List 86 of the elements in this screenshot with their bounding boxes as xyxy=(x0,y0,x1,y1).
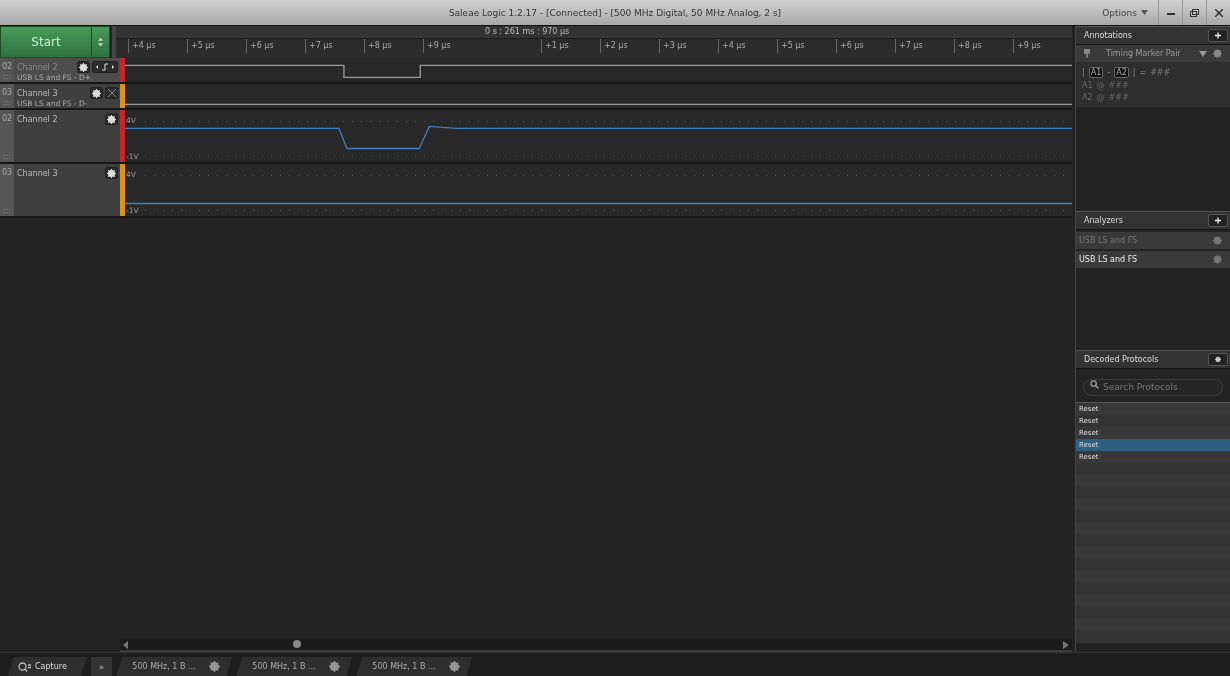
drag-grip-icon[interactable] xyxy=(3,209,11,213)
gear-icon[interactable] xyxy=(1213,255,1222,264)
time-tick-label: +4 µs xyxy=(128,39,187,53)
settings-button[interactable] xyxy=(105,113,118,125)
marker-tag[interactable]: A2 xyxy=(1114,67,1129,78)
time-tick-label: +3 µs xyxy=(659,39,718,53)
channel-name: Channel 2 xyxy=(17,114,59,124)
dropdown-caret-icon[interactable] xyxy=(1199,50,1207,57)
time-tick-label: +9 µs xyxy=(1013,39,1072,53)
remove-button[interactable] xyxy=(105,87,118,99)
edge-trigger-icon xyxy=(95,63,115,71)
search-icon xyxy=(18,661,31,672)
formula-symbol: | xyxy=(1082,68,1085,77)
session-tab[interactable]: 500 MHz, 1 B ... xyxy=(356,657,473,676)
close-icon xyxy=(1214,8,1223,17)
session-tab[interactable]: 500 MHz, 1 B ... xyxy=(236,657,353,676)
time-tick-label: +5 µs xyxy=(187,39,246,53)
formula-symbol: = xyxy=(1139,68,1147,77)
restore-icon xyxy=(1190,8,1199,17)
channel-name: Channel 3 xyxy=(17,88,59,98)
time-tick-label: +6 µs xyxy=(836,39,895,53)
session-tab[interactable]: 500 MHz, 1 B ... xyxy=(116,657,233,676)
settings-button[interactable] xyxy=(105,167,118,179)
time-tick-label: +7 µs xyxy=(305,39,364,53)
start-button[interactable]: Start xyxy=(1,27,91,57)
analyzer-item[interactable]: USB LS and FS xyxy=(1076,251,1230,268)
gear-icon xyxy=(329,661,341,672)
gear-icon xyxy=(79,62,88,72)
gear-icon xyxy=(209,661,221,672)
formula-symbol: - xyxy=(1107,68,1111,77)
plus-icon xyxy=(1215,31,1221,40)
close-icon xyxy=(107,89,116,97)
more-tabs-button[interactable]: » xyxy=(90,657,113,676)
time-tick-label: +8 µs xyxy=(954,39,1013,53)
marker-value: ### xyxy=(1108,93,1129,102)
time-tick-label: +2 µs xyxy=(600,39,659,53)
search-field[interactable]: Search Protocols xyxy=(1083,378,1223,396)
time-tick-label: +7 µs xyxy=(895,39,954,53)
options-menu[interactable]: Options xyxy=(1092,0,1158,25)
marker-pair-row[interactable]: Timing Marker Pair xyxy=(1076,45,1230,62)
gear-icon[interactable] xyxy=(1213,49,1222,58)
trigger-button[interactable] xyxy=(92,61,118,73)
pin-icon xyxy=(1084,49,1090,58)
gear-icon xyxy=(107,114,116,124)
horizontal-scrollbar[interactable] xyxy=(120,639,1072,652)
time-tick-label: +8 µs xyxy=(364,39,423,53)
gear-icon xyxy=(107,168,116,178)
marker-tag[interactable]: A1 xyxy=(1088,67,1104,78)
time-tick-label: +1 µs xyxy=(541,39,600,53)
channel-index: 03 xyxy=(1,168,13,177)
add-button[interactable] xyxy=(1208,214,1228,227)
channel-name: Channel 3 xyxy=(17,168,59,178)
channel-label-panel[interactable]: 02 Channel 2 xyxy=(0,110,120,162)
scroll-thumb[interactable] xyxy=(293,640,301,648)
plus-icon xyxy=(1215,216,1221,225)
drag-grip-icon[interactable] xyxy=(3,155,11,159)
scroll-left-icon[interactable] xyxy=(123,640,129,649)
settings-button[interactable] xyxy=(1208,353,1228,366)
time-tick-label: +4 µs xyxy=(718,39,777,53)
at-sign: @ xyxy=(1096,81,1105,90)
gear-icon xyxy=(92,88,101,98)
drag-grip-icon[interactable] xyxy=(3,75,11,79)
time-origin-label: 0 s : 261 ms : 970 µs xyxy=(485,26,570,38)
channel-index: 02 xyxy=(1,62,13,71)
caret-icon xyxy=(1141,10,1148,15)
time-tick-label: +5 µs xyxy=(777,39,836,53)
time-tick-label: +9 µs xyxy=(423,39,482,53)
drag-grip-icon[interactable] xyxy=(3,101,11,105)
window-title: Saleae Logic 1.2.17 - [Connected] - [500 MHz Digital, 50 MHz Analog, 2 s] xyxy=(448,7,782,18)
at-sign: @ xyxy=(1096,93,1105,102)
capture-tab[interactable]: Capture xyxy=(8,657,87,676)
time-tick-label: +6 µs xyxy=(246,39,305,53)
settings-button[interactable] xyxy=(77,61,90,73)
up-down-arrows-icon xyxy=(98,35,103,49)
add-button[interactable] xyxy=(1208,29,1228,42)
formula-symbol: | xyxy=(1132,68,1136,77)
difference-value: ### xyxy=(1150,68,1171,77)
channel-index: 03 xyxy=(1,88,13,97)
scroll-right-icon[interactable] xyxy=(1063,640,1069,649)
channel-index: 02 xyxy=(1,114,13,123)
marker-value: ### xyxy=(1108,81,1129,90)
marker-pair-name: Timing Marker Pair xyxy=(1105,49,1182,58)
channel-label-panel[interactable]: 03 Channel 3 xyxy=(0,164,120,216)
gear-icon xyxy=(449,661,461,672)
settings-button[interactable] xyxy=(90,87,103,99)
gear-icon xyxy=(1215,355,1221,364)
